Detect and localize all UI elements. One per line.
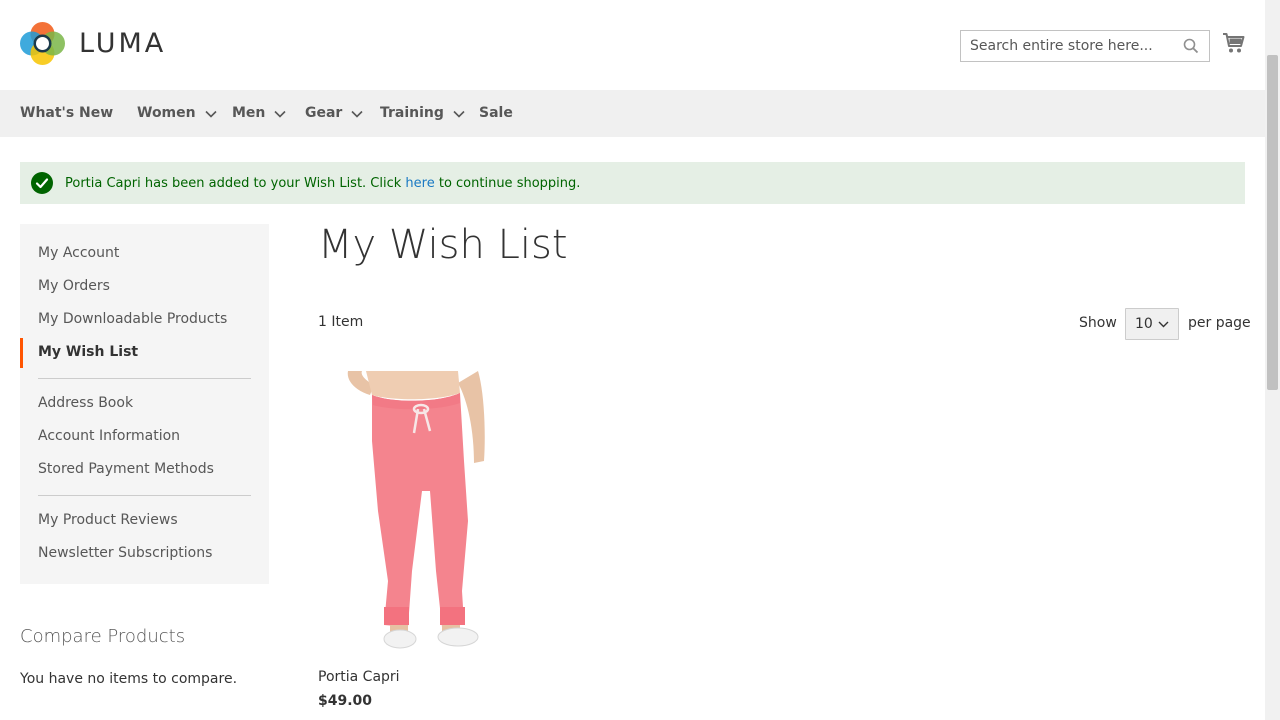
sidebar-item-my-wish-list: My Wish List — [38, 344, 139, 360]
success-message: Portia Capri has been added to your Wish… — [20, 162, 1245, 204]
item-count: 1 Item — [318, 314, 364, 330]
message-text: Portia Capri has been added to your Wish… — [65, 176, 580, 191]
nav-item-gear[interactable]: Gear — [305, 90, 363, 137]
main-navigation: What's New Women Men Gear Training Sale — [0, 90, 1265, 137]
chevron-down-icon — [351, 110, 363, 118]
nav-item-sale[interactable]: Sale — [479, 90, 513, 137]
nav-item-whats-new[interactable]: What's New — [20, 90, 113, 137]
show-label: Show — [1079, 315, 1117, 331]
active-item-indicator — [20, 338, 23, 368]
search-box — [960, 30, 1210, 62]
sidebar-item-address-book[interactable]: Address Book — [38, 395, 133, 411]
sidebar-item-account-information[interactable]: Account Information — [38, 428, 180, 444]
nav-item-training[interactable]: Training — [380, 90, 465, 137]
continue-shopping-link[interactable]: here — [405, 176, 434, 191]
message-text-before: Portia Capri has been added to your Wish… — [65, 175, 406, 191]
message-text-after: to continue shopping. — [434, 175, 581, 191]
page-header: LUMA — [0, 0, 1265, 90]
shopping-cart-icon[interactable] — [1222, 32, 1246, 58]
search-input[interactable] — [961, 31, 1171, 61]
page-title: My Wish List — [318, 222, 568, 268]
nav-item-women[interactable]: Women — [137, 90, 217, 137]
chevron-down-icon — [453, 110, 465, 118]
compare-empty-text: You have no items to compare. — [20, 671, 238, 687]
logo-text: LUMA — [79, 28, 167, 59]
nav-item-label: Sale — [479, 105, 513, 121]
per-page-label: per page — [1188, 315, 1251, 331]
chevron-down-icon — [205, 110, 217, 118]
sidebar-item-stored-payment-methods[interactable]: Stored Payment Methods — [38, 461, 214, 477]
nav-item-men[interactable]: Men — [232, 90, 286, 137]
magnifier-icon[interactable] — [1183, 38, 1199, 58]
product-image[interactable] — [318, 371, 546, 652]
sidebar-item-my-orders[interactable]: My Orders — [38, 278, 110, 294]
sidebar-item-product-reviews[interactable]: My Product Reviews — [38, 512, 178, 528]
product-price: $49.00 — [318, 693, 373, 709]
nav-item-label: Women — [137, 105, 196, 121]
compare-products-title: Compare Products — [20, 626, 186, 647]
chevron-down-icon — [274, 110, 286, 118]
nav-item-label: Gear — [305, 105, 343, 121]
sidebar-item-my-account[interactable]: My Account — [38, 245, 119, 261]
page-scrollbar[interactable] — [1265, 0, 1280, 720]
product-name-link[interactable]: Portia Capri — [318, 669, 400, 685]
nav-item-label: Men — [232, 105, 266, 121]
scrollbar-thumb[interactable] — [1267, 55, 1278, 390]
product-photo-illustration — [347, 371, 485, 649]
sidebar-divider — [38, 378, 251, 379]
sidebar-divider — [38, 495, 251, 496]
check-circle-icon — [31, 172, 53, 194]
luma-logo[interactable]: LUMA — [20, 21, 166, 66]
nav-item-label: Training — [380, 105, 444, 121]
luma-logo-icon — [20, 22, 65, 65]
per-page-select[interactable]: 10 — [1125, 308, 1179, 340]
sidebar-item-newsletter-subscriptions[interactable]: Newsletter Subscriptions — [38, 545, 212, 561]
account-sidebar: My Account My Orders My Downloadable Pro… — [20, 224, 269, 584]
chevron-down-icon — [1158, 321, 1169, 328]
sidebar-item-downloadable-products[interactable]: My Downloadable Products — [38, 311, 227, 327]
per-page-value: 10 — [1135, 316, 1153, 332]
nav-item-label: What's New — [20, 105, 114, 121]
